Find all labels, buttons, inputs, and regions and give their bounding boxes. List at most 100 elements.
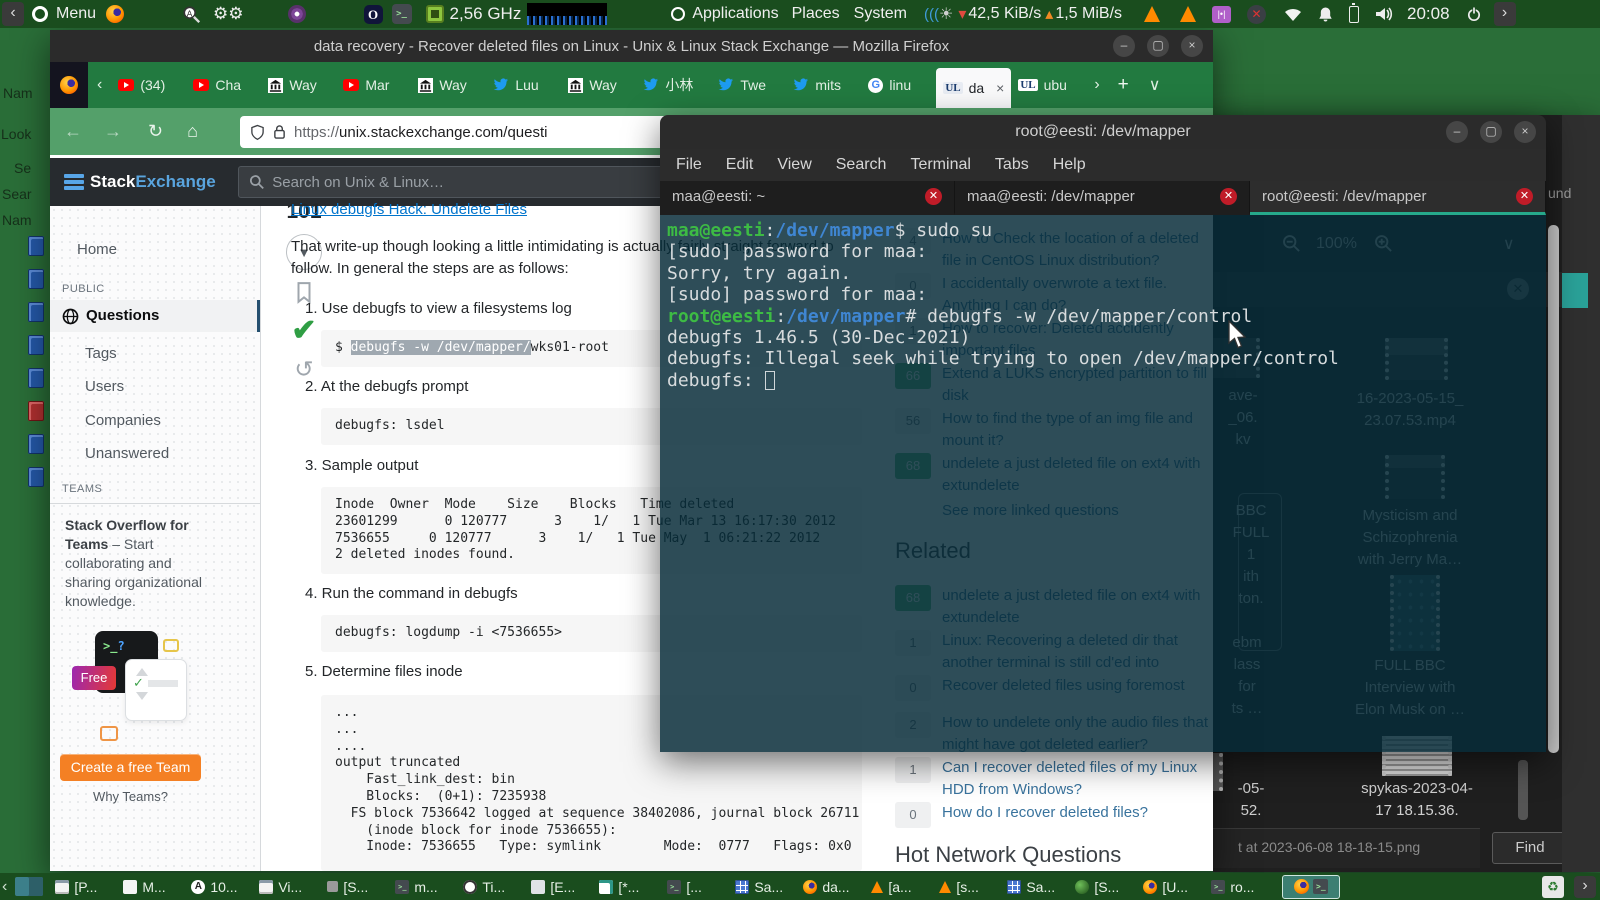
close-button[interactable]: × xyxy=(1181,35,1203,57)
taskbar-window-button[interactable]: Sa... xyxy=(735,876,790,898)
menu-search[interactable]: Search xyxy=(836,156,887,174)
terminal-tab-active[interactable]: root@eesti: /dev/mapper✕ xyxy=(1250,181,1546,215)
menu-help[interactable]: Help xyxy=(1053,156,1086,174)
tab[interactable]: Way xyxy=(261,67,336,103)
tab[interactable]: Mar xyxy=(336,67,411,103)
find-button[interactable]: Find xyxy=(1492,832,1568,864)
vlc-tray-icon-2[interactable] xyxy=(1180,6,1196,22)
menu-edit[interactable]: Edit xyxy=(726,156,754,174)
taskbar-window-button[interactable]: [E... xyxy=(531,876,586,898)
tab-close-icon[interactable]: ✕ xyxy=(1220,188,1237,205)
tab[interactable]: Cha xyxy=(186,67,261,103)
taskbar-window-button[interactable]: >_ro... xyxy=(1211,876,1266,898)
disconnected-tray-icon[interactable]: ✕ xyxy=(1247,5,1266,24)
sidebar-item-home[interactable]: Home xyxy=(50,238,260,262)
maximize-button[interactable]: ▢ xyxy=(1480,121,1502,143)
lock-icon[interactable] xyxy=(273,124,286,140)
taskbar-active-window-button[interactable]: >_ xyxy=(1282,875,1340,899)
panel-expand-button[interactable]: › xyxy=(1494,2,1516,26)
volume-icon[interactable] xyxy=(1375,6,1393,22)
related-question[interactable]: 1Can I recover deleted files of my Linux… xyxy=(895,757,1213,801)
terminal-titlebar[interactable]: root@eesti: /dev/mapper – ▢ × xyxy=(660,115,1546,149)
tab-scroll-right-icon[interactable]: › xyxy=(1086,76,1107,94)
menu-tabs[interactable]: Tabs xyxy=(995,156,1029,174)
reload-icon[interactable]: ↻ xyxy=(148,121,163,142)
tab-active[interactable]: ULda× xyxy=(936,68,1011,108)
tab[interactable]: Twe xyxy=(711,67,786,103)
tab[interactable]: Way xyxy=(411,67,486,103)
sidebar-item-tags[interactable]: Tags xyxy=(50,342,260,366)
tab[interactable]: Glinu xyxy=(861,67,936,103)
wifi-tray-icon[interactable] xyxy=(1284,7,1302,21)
sidebar-item-unanswered[interactable]: Unanswered xyxy=(50,442,260,466)
taskbar-window-button[interactable]: >_m... xyxy=(395,876,450,898)
tab-close-icon[interactable]: ✕ xyxy=(925,188,942,205)
terminal-tab[interactable]: maa@eesti: /dev/mapper✕ xyxy=(955,181,1250,215)
taskbar-window-button[interactable]: [a... xyxy=(871,876,926,898)
sidebar-item-questions[interactable]: Questions xyxy=(50,300,260,332)
tab[interactable]: Luu xyxy=(486,67,561,103)
media-tray-icon[interactable]: |•| xyxy=(1212,6,1231,23)
taskbar-window-button[interactable]: Ti... xyxy=(463,876,518,898)
shield-icon[interactable] xyxy=(250,124,265,141)
taskbar-collapse-icon[interactable]: ‹ xyxy=(2,878,7,896)
tab[interactable]: mits xyxy=(786,67,861,103)
search-tool-icon[interactable]: A xyxy=(182,5,201,24)
menu-view[interactable]: View xyxy=(777,156,811,174)
scrollbar-thumb[interactable] xyxy=(1518,760,1528,820)
system-menu[interactable]: System xyxy=(854,5,907,23)
related-question[interactable]: 0How do I recover deleted files? xyxy=(895,802,1213,828)
tor-browser-icon[interactable]: O xyxy=(364,5,383,24)
terminal-launcher-icon[interactable]: >_ xyxy=(392,4,412,24)
menu-terminal[interactable]: Terminal xyxy=(910,156,970,174)
back-icon[interactable]: ← xyxy=(64,121,82,142)
create-team-button[interactable]: Create a free Team xyxy=(60,754,201,781)
terminal-tab[interactable]: maa@eesti: ~✕ xyxy=(660,181,955,215)
taskbar-window-button[interactable]: da... xyxy=(803,876,858,898)
tab-scroll-left-icon[interactable]: ‹ xyxy=(88,76,111,94)
new-tab-button[interactable]: + xyxy=(1108,74,1139,96)
terminal-content[interactable]: maa@eesti:/dev/mapper$ sudo su [sudo] pa… xyxy=(660,215,1546,752)
clock[interactable]: 20:08 xyxy=(1407,4,1450,24)
panel-collapse-button[interactable]: ‹ xyxy=(2,2,24,26)
scrollbar[interactable] xyxy=(1548,225,1559,753)
menu-file[interactable]: File xyxy=(676,156,702,174)
tab[interactable]: 小林 xyxy=(636,67,711,103)
network-signal-icon[interactable]: ((( ☀ xyxy=(924,4,953,24)
vlc-tray-icon[interactable] xyxy=(1144,6,1160,22)
notifications-bell-icon[interactable] xyxy=(1318,6,1333,23)
why-teams-link[interactable]: Why Teams? xyxy=(50,789,211,804)
home-icon[interactable]: ⌂ xyxy=(187,121,198,142)
maximize-button[interactable]: ▢ xyxy=(1147,35,1169,57)
find-field[interactable]: t at 2023-06-08 18-18-15.png xyxy=(1213,828,1480,868)
trash-icon[interactable]: ♻ xyxy=(1542,876,1564,898)
close-button[interactable]: × xyxy=(1514,121,1536,143)
power-icon[interactable] xyxy=(1466,6,1482,22)
firefox-launcher-icon[interactable] xyxy=(106,5,124,23)
battery-icon[interactable] xyxy=(1349,6,1359,23)
workspace-switcher[interactable] xyxy=(15,877,43,896)
tab-list-dropdown-icon[interactable]: ∨ xyxy=(1139,75,1171,95)
applications-menu[interactable]: Applications xyxy=(692,5,778,23)
file-name[interactable]: spykas-2023-04- 17 18.15.36. xyxy=(1347,778,1487,822)
taskbar-window-button[interactable]: [U... xyxy=(1143,876,1198,898)
answer-reference-link[interactable]: Linux debugfs Hack: Undelete Files xyxy=(291,201,527,218)
places-menu[interactable]: Places xyxy=(792,5,840,23)
sidebar-item-companies[interactable]: Companies xyxy=(50,409,260,433)
tab-close-icon[interactable]: × xyxy=(996,80,1004,96)
minimize-button[interactable]: – xyxy=(1446,121,1468,143)
menu-button[interactable]: Menu xyxy=(56,5,96,23)
tab[interactable]: Way xyxy=(561,67,636,103)
taskbar-expand-icon[interactable]: › xyxy=(1574,876,1596,898)
taskbar-window-button[interactable]: A10... xyxy=(191,876,246,898)
taskbar-window-button[interactable]: [S... xyxy=(327,876,382,898)
taskbar-window-button[interactable]: M... xyxy=(123,876,178,898)
forward-icon[interactable]: → xyxy=(104,121,122,142)
minimize-button[interactable]: – xyxy=(1113,35,1135,57)
tor-icon[interactable] xyxy=(288,5,306,23)
mint-menu-icon[interactable] xyxy=(32,6,48,22)
taskbar-window-button[interactable]: [S... xyxy=(1075,876,1130,898)
tab-close-icon[interactable]: ✕ xyxy=(1516,188,1533,205)
applications-menu-icon[interactable] xyxy=(671,7,685,21)
firefox-titlebar[interactable]: data recovery - Recover deleted files on… xyxy=(50,30,1213,62)
